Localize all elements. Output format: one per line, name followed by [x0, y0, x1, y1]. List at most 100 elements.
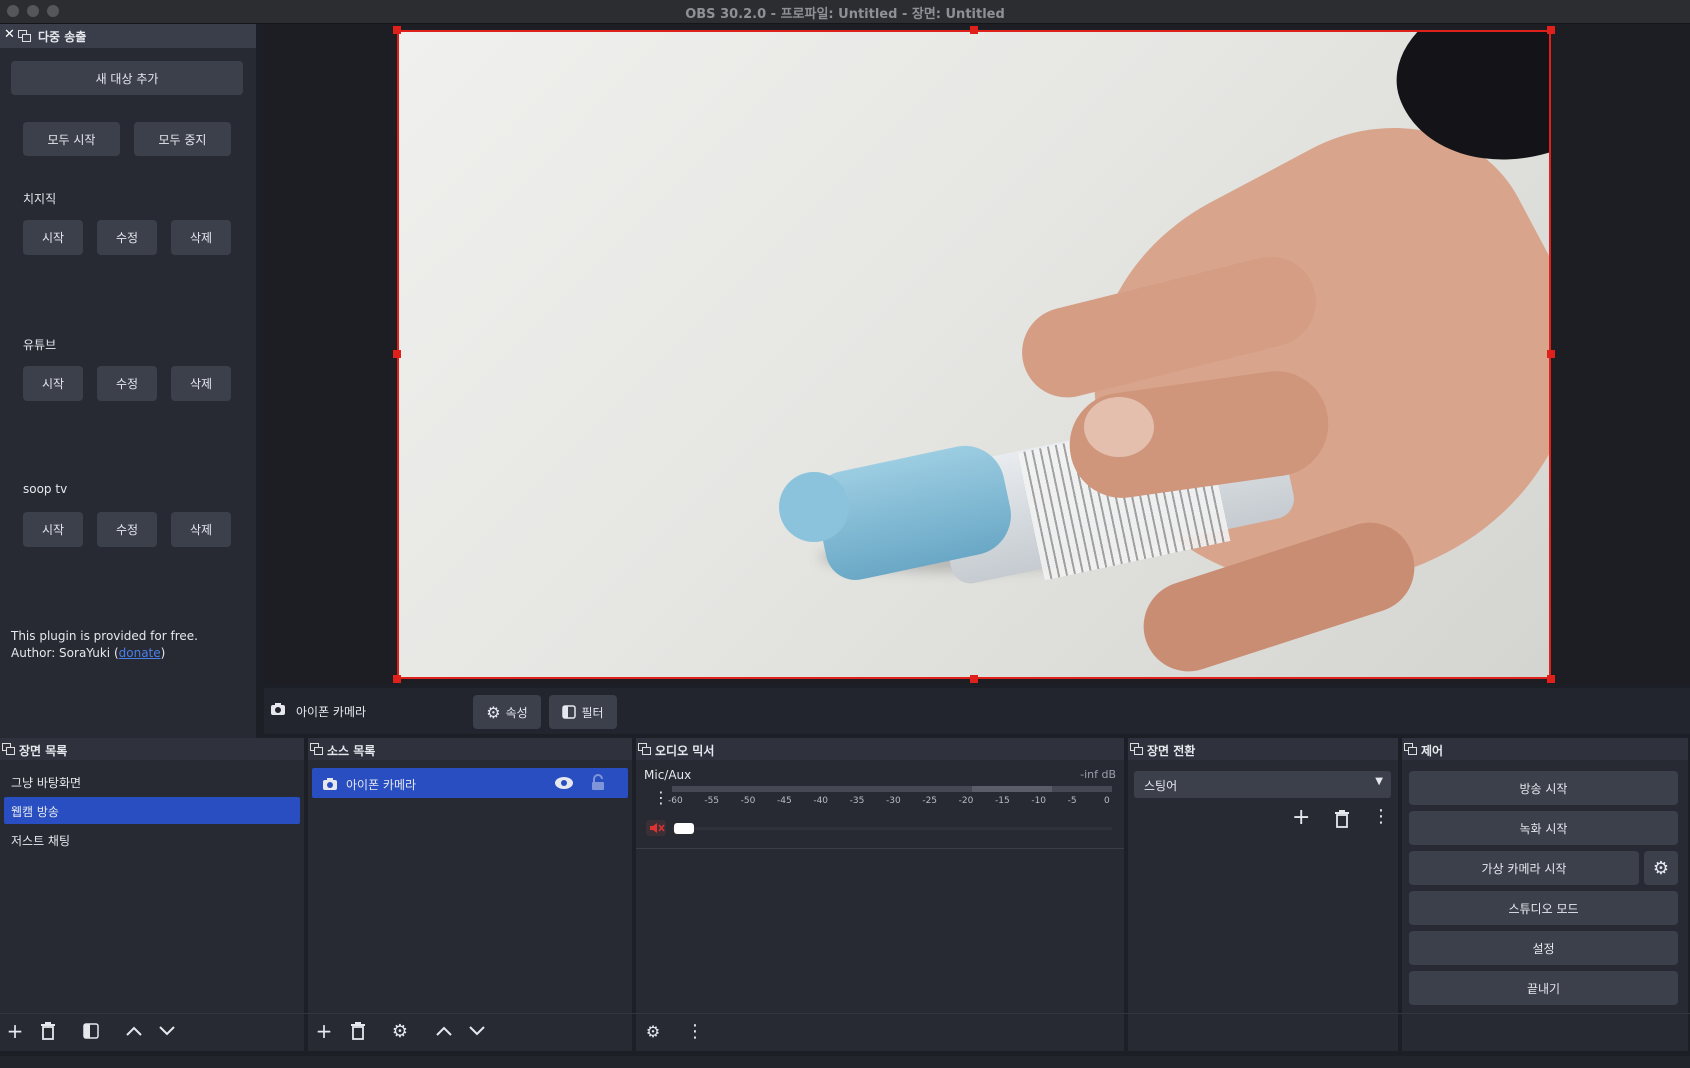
settings-button[interactable]: 설정	[1409, 931, 1678, 965]
volume-tick-label: -35	[849, 796, 865, 806]
add-scene-icon[interactable]: +	[4, 1019, 26, 1043]
stop-all-button[interactable]: 모두 중지	[134, 122, 231, 156]
target-youtube-start-button[interactable]: 시작	[23, 366, 83, 401]
resize-handle-br[interactable]	[1547, 675, 1555, 683]
properties-button[interactable]: ⚙ 속성	[473, 695, 541, 729]
resize-handle-t[interactable]	[970, 26, 978, 34]
target-youtube-delete-button[interactable]: 삭제	[171, 366, 231, 401]
unlock-icon[interactable]	[591, 774, 605, 791]
target-name-soop: soop tv	[23, 482, 68, 496]
advanced-audio-gear-icon[interactable]: ⚙	[642, 1020, 664, 1042]
resize-handle-b[interactable]	[970, 675, 978, 683]
start-virtual-camera-button[interactable]: 가상 카메라 시작	[1409, 851, 1639, 885]
scene-item[interactable]: 저스트 채팅	[4, 826, 300, 853]
scene-item-selected[interactable]: 웹캠 방송	[4, 797, 300, 824]
add-source-icon[interactable]: +	[313, 1019, 335, 1043]
move-source-down-icon[interactable]	[466, 1020, 488, 1042]
exit-button[interactable]: 끝내기	[1409, 971, 1678, 1005]
target-youtube-edit-button[interactable]: 수정	[97, 366, 157, 401]
mixer-divider	[636, 848, 1124, 849]
target-soop-delete-button[interactable]: 삭제	[171, 512, 231, 547]
trash-icon[interactable]	[1334, 810, 1350, 828]
remove-scene-icon[interactable]	[37, 1020, 59, 1042]
volume-slider-handle[interactable]	[674, 823, 694, 834]
add-transition-icon[interactable]: +	[1292, 805, 1310, 830]
volume-tick-label: -55	[704, 796, 720, 806]
volume-tick-label: -50	[740, 796, 756, 806]
dock-float-icon[interactable]	[1130, 743, 1143, 755]
filters-button[interactable]: 필터	[549, 695, 617, 729]
selected-source-name: 아이폰 카메라	[296, 705, 367, 719]
target-name-chzzk: 치지직	[23, 192, 57, 206]
audio-mixer-dock-header: 오디오 믹서	[636, 738, 1124, 760]
resize-handle-tr[interactable]	[1547, 26, 1555, 34]
mute-speaker-icon[interactable]	[646, 820, 666, 836]
volume-ticks: -60 -55 -50 -45 -40 -35 -30 -25 -20 -15 -10 -5 0	[668, 794, 1112, 808]
eye-icon[interactable]	[554, 776, 574, 790]
audio-mixer-title: 오디오 믹서	[655, 744, 715, 758]
volume-meter	[672, 786, 1112, 792]
scenes-title: 장면 목록	[19, 744, 68, 758]
move-scene-down-icon[interactable]	[156, 1020, 178, 1042]
resize-handle-r[interactable]	[1547, 350, 1555, 358]
source-toolbar: 아이폰 카메라 ⚙ 속성 필터	[264, 688, 1690, 734]
resize-handle-tl[interactable]	[393, 26, 401, 34]
transitions-title: 장면 전환	[1147, 744, 1196, 758]
resize-handle-bl[interactable]	[393, 675, 401, 683]
transition-selected-label: 스팅어	[1144, 779, 1178, 793]
more-options-icon[interactable]: ⋮	[653, 788, 669, 807]
audio-more-options-icon[interactable]: ⋮	[684, 1020, 706, 1042]
target-chzzk-start-button[interactable]: 시작	[23, 220, 83, 255]
more-options-icon[interactable]: ⋮	[1372, 806, 1390, 827]
start-recording-button[interactable]: 녹화 시작	[1409, 811, 1678, 845]
target-soop-edit-button[interactable]: 수정	[97, 512, 157, 547]
source-properties-gear-icon[interactable]: ⚙	[389, 1020, 411, 1042]
close-icon[interactable]: ✕	[4, 27, 15, 42]
dock-splitter[interactable]	[1124, 738, 1128, 1051]
audio-level-readout: -inf dB	[1080, 768, 1116, 781]
multistream-dock-header: ✕ 다중 송출	[0, 24, 256, 48]
move-source-up-icon[interactable]	[433, 1020, 455, 1042]
studio-mode-button[interactable]: 스튜디오 모드	[1409, 891, 1678, 925]
source-item[interactable]: 아이폰 카메라	[312, 768, 628, 798]
target-chzzk-delete-button[interactable]: 삭제	[171, 220, 231, 255]
move-scene-up-icon[interactable]	[123, 1020, 145, 1042]
sources-title: 소스 목록	[327, 744, 376, 758]
volume-tick-label: -40	[813, 796, 829, 806]
preview-canvas[interactable]	[397, 30, 1551, 679]
volume-slider-track[interactable]	[672, 827, 1112, 830]
transition-select[interactable]: 스팅어 ▼	[1134, 771, 1391, 798]
add-target-button[interactable]: 새 대상 추가	[11, 61, 243, 95]
dock-float-icon[interactable]	[1404, 743, 1417, 755]
transitions-dock-header: 장면 전환	[1128, 738, 1398, 760]
remove-source-icon[interactable]	[347, 1020, 369, 1042]
gear-icon: ⚙	[1652, 857, 1670, 879]
volume-tick-label: -5	[1067, 796, 1077, 806]
dock-float-icon[interactable]	[310, 743, 323, 755]
volume-tick-label: -10	[1031, 796, 1047, 806]
controls-dock-header: 제어	[1402, 738, 1688, 760]
donate-link[interactable]: donate	[119, 646, 161, 660]
filter-icon	[562, 705, 577, 719]
scene-filter-icon[interactable]	[80, 1020, 102, 1042]
filters-label: 필터	[581, 705, 604, 720]
resize-handle-l[interactable]	[393, 350, 401, 358]
start-stream-button[interactable]: 방송 시작	[1409, 771, 1678, 805]
scene-item[interactable]: 그냥 바탕화면	[4, 768, 300, 795]
dock-splitter[interactable]	[632, 738, 636, 1051]
start-all-button[interactable]: 모두 시작	[23, 122, 120, 156]
dock-float-icon[interactable]	[2, 743, 15, 755]
multistream-title: 다중 송출	[38, 30, 87, 44]
dock-splitter[interactable]	[1398, 738, 1402, 1051]
dock-float-icon[interactable]	[18, 30, 31, 42]
volume-tick-label: -20	[958, 796, 974, 806]
target-chzzk-edit-button[interactable]: 수정	[97, 220, 157, 255]
window-title: OBS 30.2.0 - 프로파일: Untitled - 장면: Untitl…	[685, 7, 1005, 22]
virtual-camera-settings-button[interactable]: ⚙	[1644, 851, 1678, 885]
dock-float-icon[interactable]	[638, 743, 651, 755]
dock-splitter[interactable]	[304, 738, 308, 1051]
volume-tick-label: -30	[886, 796, 901, 806]
bottle-tip	[779, 472, 849, 542]
target-soop-start-button[interactable]: 시작	[23, 512, 83, 547]
audio-channel-name: Mic/Aux	[644, 768, 692, 782]
